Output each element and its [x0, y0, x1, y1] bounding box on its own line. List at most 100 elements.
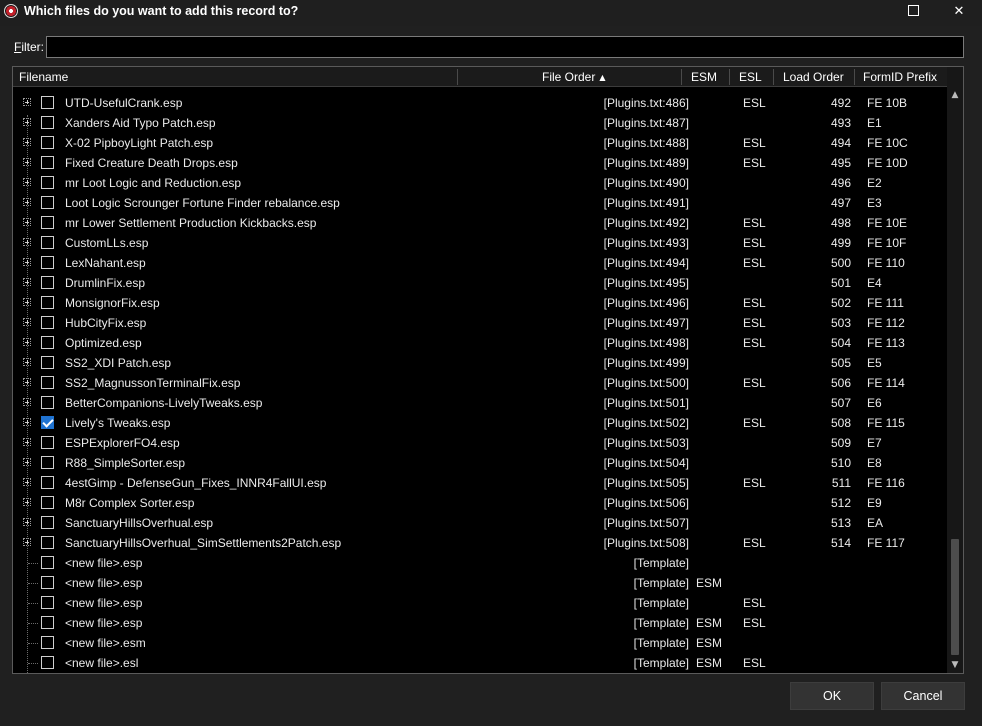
table-row[interactable]: mr Lower Settlement Production Kickbacks… — [13, 213, 947, 233]
column-divider[interactable] — [729, 69, 730, 85]
row-checkbox[interactable] — [41, 596, 54, 609]
cancel-button[interactable]: Cancel — [881, 682, 965, 710]
row-checkbox[interactable] — [41, 496, 54, 509]
expand-icon[interactable] — [23, 138, 31, 146]
expand-icon[interactable] — [23, 158, 31, 166]
table-row[interactable]: mr Loot Logic and Reduction.esp [Plugins.… — [13, 173, 947, 193]
table-row[interactable]: BetterCompanions-LivelyTweaks.esp [Plugin… — [13, 393, 947, 413]
row-checkbox[interactable] — [41, 576, 54, 589]
table-row[interactable]: Lively's Tweaks.esp [Plugins.txt:502] ESL 5… — [13, 413, 947, 433]
row-checkbox[interactable] — [41, 476, 54, 489]
column-divider[interactable] — [457, 69, 458, 85]
expand-icon[interactable] — [23, 238, 31, 246]
expand-icon[interactable] — [23, 118, 31, 126]
row-checkbox[interactable] — [41, 256, 54, 269]
template-row[interactable]: <new file>.esp [Template] ESM ESL — [13, 613, 947, 633]
row-checkbox[interactable] — [41, 276, 54, 289]
table-row[interactable]: ESPExplorerFO4.esp [Plugins.txt:503] 509 E7 — [13, 433, 947, 453]
expand-icon[interactable] — [23, 258, 31, 266]
expand-icon[interactable] — [23, 398, 31, 406]
table-row[interactable]: Xanders Aid Typo Patch.esp [Plugins.txt:4… — [13, 113, 947, 133]
template-row[interactable]: <new file>.esl [Template] ESM ESL — [13, 653, 947, 673]
scroll-thumb[interactable] — [951, 539, 959, 655]
expand-icon[interactable] — [23, 538, 31, 546]
column-header-filename[interactable]: Filename — [19, 70, 68, 84]
expand-icon[interactable] — [23, 418, 31, 426]
expand-icon[interactable] — [23, 278, 31, 286]
row-checkbox[interactable] — [41, 636, 54, 649]
expand-icon[interactable] — [23, 198, 31, 206]
table-row[interactable]: R88_SimpleSorter.esp [Plugins.txt:504] 510… — [13, 453, 947, 473]
table-row[interactable]: Loot Logic Scrounger Fortune Finder reba… — [13, 193, 947, 213]
table-row[interactable]: 4estGimp - DefenseGun_Fixes_INNR4FallUI.… — [13, 473, 947, 493]
row-checkbox[interactable] — [41, 316, 54, 329]
row-checkbox[interactable] — [41, 336, 54, 349]
row-checkbox[interactable] — [41, 436, 54, 449]
expand-icon[interactable] — [23, 318, 31, 326]
table-row[interactable]: LexNahant.esp [Plugins.txt:494] ESL 500 FE 1… — [13, 253, 947, 273]
row-checkbox[interactable] — [41, 96, 54, 109]
table-row[interactable]: SanctuaryHillsOverhual.esp [Plugins.txt:5… — [13, 513, 947, 533]
row-checkbox[interactable] — [41, 236, 54, 249]
table-row[interactable]: CustomLLs.esp [Plugins.txt:493] ESL 499 FE 1… — [13, 233, 947, 253]
template-row[interactable]: <new file>.esp [Template] ESL — [13, 593, 947, 613]
expand-icon[interactable] — [23, 98, 31, 106]
column-divider[interactable] — [773, 69, 774, 85]
scroll-down-icon[interactable]: ▼ — [947, 657, 963, 673]
template-row[interactable]: <new file>.esp [Template] ESM — [13, 573, 947, 593]
expand-icon[interactable] — [23, 338, 31, 346]
row-checkbox[interactable] — [41, 556, 54, 569]
row-checkbox[interactable] — [41, 536, 54, 549]
row-checkbox[interactable] — [41, 116, 54, 129]
column-divider[interactable] — [681, 69, 682, 85]
table-row[interactable]: SS2_XDI Patch.esp [Plugins.txt:499] 505 E5 — [13, 353, 947, 373]
row-checkbox[interactable] — [41, 416, 54, 429]
column-header-load-order[interactable]: Load Order — [783, 70, 844, 84]
expand-icon[interactable] — [23, 378, 31, 386]
table-row[interactable]: DrumlinFix.esp [Plugins.txt:495] 501 E4 — [13, 273, 947, 293]
table-row[interactable]: MonsignorFix.esp [Plugins.txt:496] ESL 502 F… — [13, 293, 947, 313]
row-checkbox[interactable] — [41, 356, 54, 369]
row-checkbox[interactable] — [41, 396, 54, 409]
row-checkbox[interactable] — [41, 516, 54, 529]
row-checkbox[interactable] — [41, 376, 54, 389]
scroll-up-icon[interactable]: ▲ — [947, 87, 963, 103]
expand-icon[interactable] — [23, 218, 31, 226]
column-header-esm[interactable]: ESM — [691, 70, 717, 84]
row-checkbox[interactable] — [41, 216, 54, 229]
expand-icon[interactable] — [23, 298, 31, 306]
row-checkbox[interactable] — [41, 296, 54, 309]
row-checkbox[interactable] — [41, 196, 54, 209]
template-row[interactable]: <new file>.esp [Template] — [13, 553, 947, 573]
close-button[interactable]: ✕ — [936, 0, 982, 26]
table-row[interactable]: UTD-UsefulCrank.esp [Plugins.txt:486] ESL 4… — [13, 93, 947, 113]
row-checkbox[interactable] — [41, 136, 54, 149]
expand-icon[interactable] — [23, 458, 31, 466]
template-row[interactable]: <new file>.esm [Template] ESM — [13, 633, 947, 653]
expand-icon[interactable] — [23, 478, 31, 486]
expand-icon[interactable] — [23, 498, 31, 506]
column-divider[interactable] — [854, 69, 855, 85]
row-checkbox[interactable] — [41, 616, 54, 629]
table-row[interactable]: X-02 PipboyLight Patch.esp [Plugins.txt:4… — [13, 133, 947, 153]
table-row[interactable]: Optimized.esp [Plugins.txt:498] ESL 504 FE 1… — [13, 333, 947, 353]
expand-icon[interactable] — [23, 358, 31, 366]
table-row[interactable]: SS2_MagnussonTerminalFix.esp [Plugins.txt… — [13, 373, 947, 393]
column-header-formid-prefix[interactable]: FormID Prefix — [863, 70, 937, 84]
column-header-esl[interactable]: ESL — [739, 70, 762, 84]
vertical-scrollbar[interactable]: ▲ ▼ — [947, 67, 963, 673]
row-checkbox[interactable] — [41, 176, 54, 189]
table-row[interactable]: HubCityFix.esp [Plugins.txt:497] ESL 503 FE … — [13, 313, 947, 333]
row-checkbox[interactable] — [41, 456, 54, 469]
filter-input[interactable] — [46, 36, 964, 58]
expand-icon[interactable] — [23, 438, 31, 446]
table-row[interactable]: SanctuaryHillsOverhual_SimSettlements2Pa… — [13, 533, 947, 553]
column-header-file-order[interactable]: File Order ▲ — [542, 70, 606, 84]
table-row[interactable]: Fixed Creature Death Drops.esp [Plugins.t… — [13, 153, 947, 173]
maximize-button[interactable] — [890, 0, 936, 26]
ok-button[interactable]: OK — [790, 682, 874, 710]
expand-icon[interactable] — [23, 178, 31, 186]
expand-icon[interactable] — [23, 518, 31, 526]
table-row[interactable]: M8r Complex Sorter.esp [Plugins.txt:506] 5… — [13, 493, 947, 513]
row-checkbox[interactable] — [41, 656, 54, 669]
